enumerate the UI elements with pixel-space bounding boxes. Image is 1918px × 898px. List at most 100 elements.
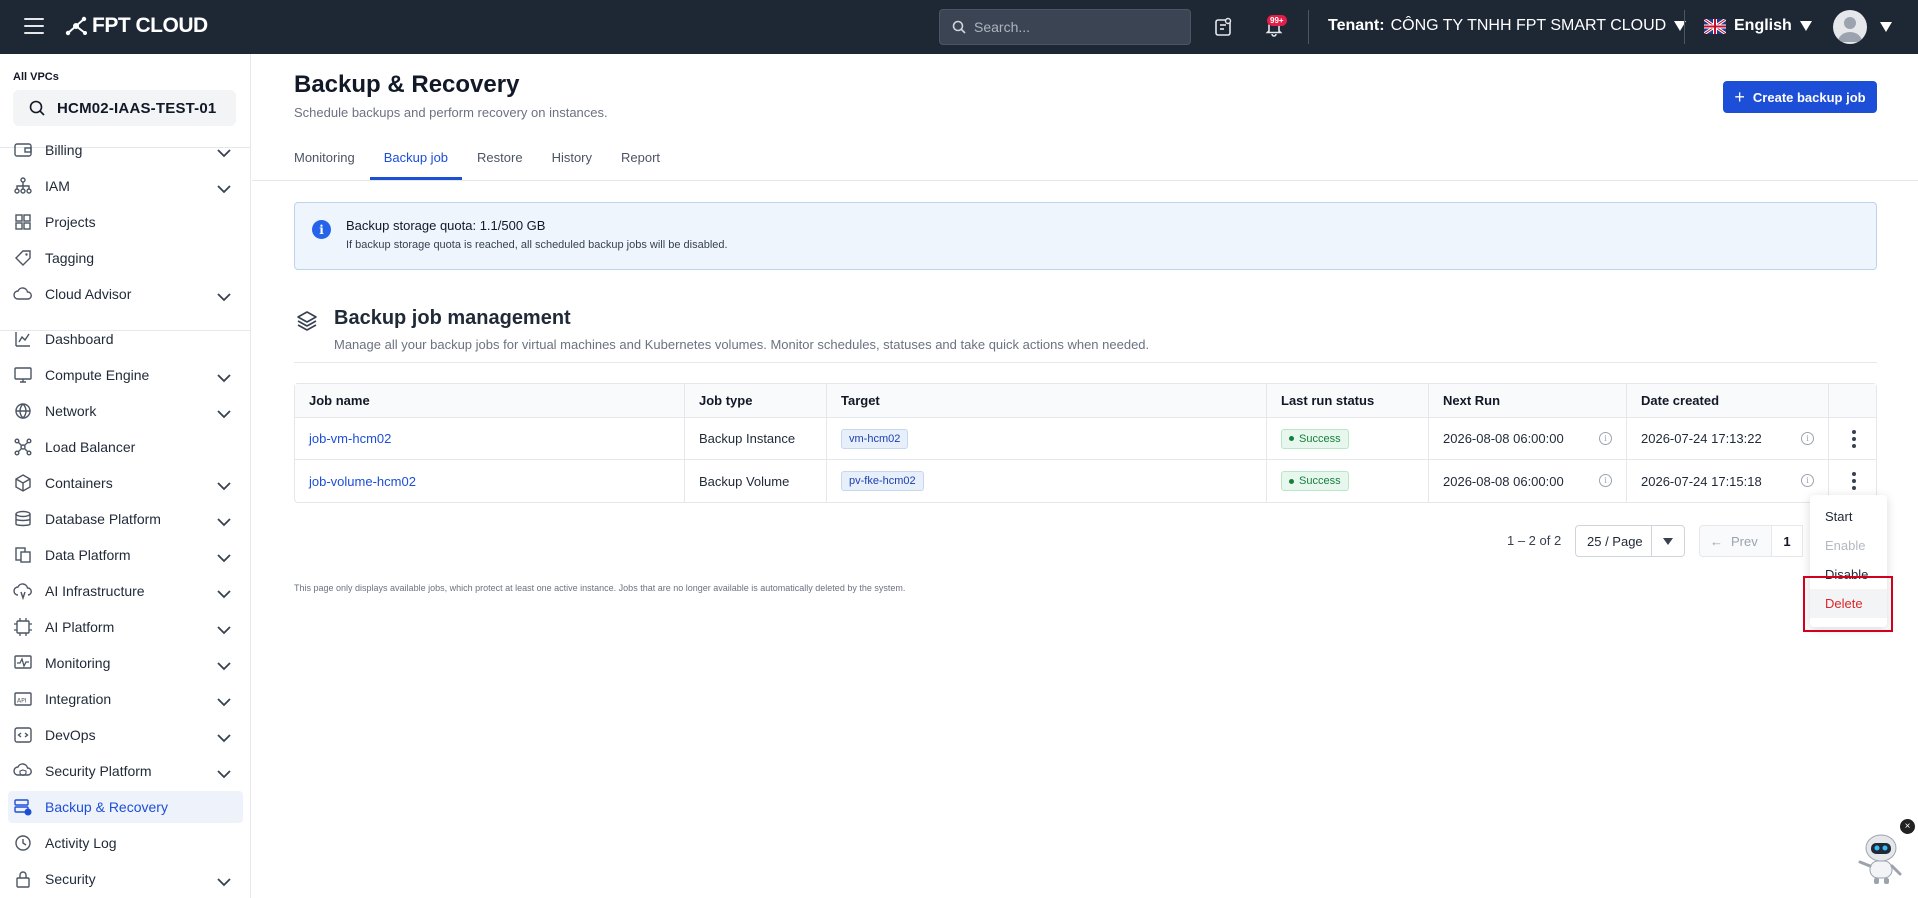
chevron-down-icon <box>217 514 231 532</box>
prev-label: Prev <box>1731 533 1758 549</box>
menu-icon[interactable] <box>24 18 44 34</box>
chevron-down-icon <box>217 658 231 676</box>
sidebar-item-load-balancer[interactable]: Load Balancer <box>8 431 243 463</box>
chevron-down-icon <box>217 766 231 784</box>
sidebar-item-label: Security Platform <box>45 763 152 779</box>
column-header-last-run-status[interactable]: Last run status <box>1267 384 1429 417</box>
sidebar-item-tagging[interactable]: Tagging <box>8 242 243 274</box>
page-size-select[interactable]: 25 / Page <box>1575 525 1685 557</box>
close-icon[interactable]: × <box>1900 819 1915 834</box>
brand-logo[interactable]: FPT CLOUD <box>64 14 208 38</box>
menu-item-enable: Enable <box>1825 538 1866 553</box>
tab-report[interactable]: Report <box>621 140 660 180</box>
sidebar-item-security[interactable]: Security <box>8 863 243 895</box>
sidebar-item-database-platform[interactable]: Database Platform <box>8 503 243 535</box>
database-icon <box>13 509 33 529</box>
uk-flag-icon <box>1704 18 1726 34</box>
sidebar-item-security-platform[interactable]: Security Platform <box>8 755 243 787</box>
chevron-down-icon <box>217 586 231 604</box>
sidebar-item-backup-recovery[interactable]: Backup & Recovery <box>8 791 243 823</box>
divider <box>1684 10 1685 44</box>
sidebar-item-monitoring[interactable]: Monitoring <box>8 647 243 679</box>
job-type: Backup Instance <box>685 418 827 459</box>
global-search[interactable] <box>939 9 1191 45</box>
page-size-value: 25 / Page <box>1587 533 1643 549</box>
sidebar-item-ai-infrastructure[interactable]: AI Infrastructure <box>8 575 243 607</box>
brand-name: FPT CLOUD <box>92 14 208 37</box>
sidebar-item-cloud-advisor[interactable]: Cloud Advisor <box>8 278 243 310</box>
sidebar-item-network[interactable]: Network <box>8 395 243 427</box>
backup-jobs-table: Job name Job type Target Last run status… <box>294 383 1877 503</box>
page-number-button[interactable]: 1 <box>1771 525 1803 557</box>
tab-backup-job[interactable]: Backup job <box>369 140 463 180</box>
sidebar-item-projects[interactable]: Projects <box>8 206 243 238</box>
sidebar-item-label: Activity Log <box>45 835 117 851</box>
sidebar-item-compute-engine[interactable]: Compute Engine <box>8 359 243 391</box>
column-header-job-name[interactable]: Job name <box>295 384 685 417</box>
globe-icon <box>13 401 33 421</box>
info-icon[interactable]: i <box>1801 431 1814 445</box>
caret-down-icon[interactable] <box>1880 22 1892 32</box>
layers-icon <box>296 310 318 337</box>
column-header-job-type[interactable]: Job type <box>685 384 827 417</box>
column-header-target[interactable]: Target <box>827 384 1267 417</box>
date-created: 2026-07-24 17:13:22 <box>1641 431 1762 446</box>
info-icon[interactable]: i <box>1599 474 1612 487</box>
notification-badge: 99+ <box>1267 15 1287 26</box>
sidebar-item-data-platform[interactable]: Data Platform <box>8 539 243 571</box>
sidebar-item-integration[interactable]: API Integration <box>8 683 243 715</box>
status-label: Success <box>1299 432 1341 445</box>
sidebar-item-devops[interactable]: DevOps <box>8 719 243 751</box>
sidebar-item-label: Database Platform <box>45 511 161 527</box>
chevron-down-icon <box>217 181 231 199</box>
highlight-annotation <box>1803 576 1893 632</box>
next-run: 2026-08-08 06:00:00 <box>1443 473 1564 489</box>
chevron-down-icon <box>217 478 231 496</box>
page-subtitle: Schedule backups and perform recovery on… <box>294 105 608 120</box>
sidebar-item-label: Tagging <box>45 250 95 266</box>
language-selector[interactable]: English <box>1704 17 1812 35</box>
sidebar-item-billing[interactable]: Billing <box>8 134 243 166</box>
tag-icon <box>13 248 33 268</box>
search-icon <box>29 100 45 116</box>
sidebar-item-label: Monitoring <box>45 655 111 671</box>
vpc-name: HCM02-IAAS-TEST-01 <box>57 99 217 117</box>
lock-icon <box>13 869 33 889</box>
tab-history[interactable]: History <box>552 140 592 180</box>
create-backup-job-button[interactable]: + Create backup job <box>1723 81 1877 113</box>
vpc-label: All VPCs <box>13 71 59 83</box>
info-icon[interactable]: i <box>1801 474 1814 487</box>
column-header-date-created[interactable]: Date created <box>1627 384 1829 417</box>
page-title: Backup & Recovery <box>294 71 520 98</box>
sidebar-item-label: Cloud Advisor <box>45 286 132 302</box>
tenant-selector[interactable]: Tenant: CÔNG TY TNHH FPT SMART CLOUD <box>1328 17 1687 35</box>
sidebar-item-activity-log[interactable]: Activity Log <box>8 827 243 859</box>
prev-page-button[interactable]: ← Prev <box>1699 525 1772 557</box>
caret-down-icon <box>1663 537 1673 545</box>
request-icon[interactable] <box>1211 15 1235 39</box>
ai-cloud-icon <box>13 581 33 601</box>
tab-restore[interactable]: Restore <box>477 140 523 180</box>
section-description: Manage all your backup jobs for virtual … <box>334 337 1150 352</box>
divider <box>1308 10 1309 44</box>
sidebar-item-dashboard[interactable]: Dashboard <box>8 323 243 355</box>
info-icon[interactable]: i <box>1599 431 1612 445</box>
search-input[interactable] <box>974 19 1174 35</box>
sidebar-item-label: AI Infrastructure <box>45 583 145 599</box>
sidebar-item-label: Dashboard <box>45 331 114 347</box>
column-header-next-run[interactable]: Next Run <box>1429 384 1627 417</box>
vpc-selector[interactable]: HCM02-IAAS-TEST-01 <box>13 90 236 126</box>
menu-item-start[interactable]: Start <box>1810 502 1887 531</box>
arrow-left-icon: ← <box>1710 533 1723 549</box>
sidebar-item-iam[interactable]: IAM <box>8 170 243 202</box>
chatbot-robot-icon[interactable] <box>1854 828 1906 886</box>
logo-mark-icon <box>65 16 87 36</box>
sidebar-item-ai-platform[interactable]: AI Platform <box>8 611 243 643</box>
user-avatar[interactable] <box>1833 10 1867 44</box>
job-name-link[interactable]: job-volume-hcm02 <box>309 474 416 489</box>
row-actions-icon[interactable] <box>1829 418 1878 459</box>
sidebar-item-containers[interactable]: Containers <box>8 467 243 499</box>
tab-monitoring[interactable]: Monitoring <box>294 140 355 180</box>
job-name-link[interactable]: job-vm-hcm02 <box>309 431 391 446</box>
chart-icon <box>13 329 33 349</box>
